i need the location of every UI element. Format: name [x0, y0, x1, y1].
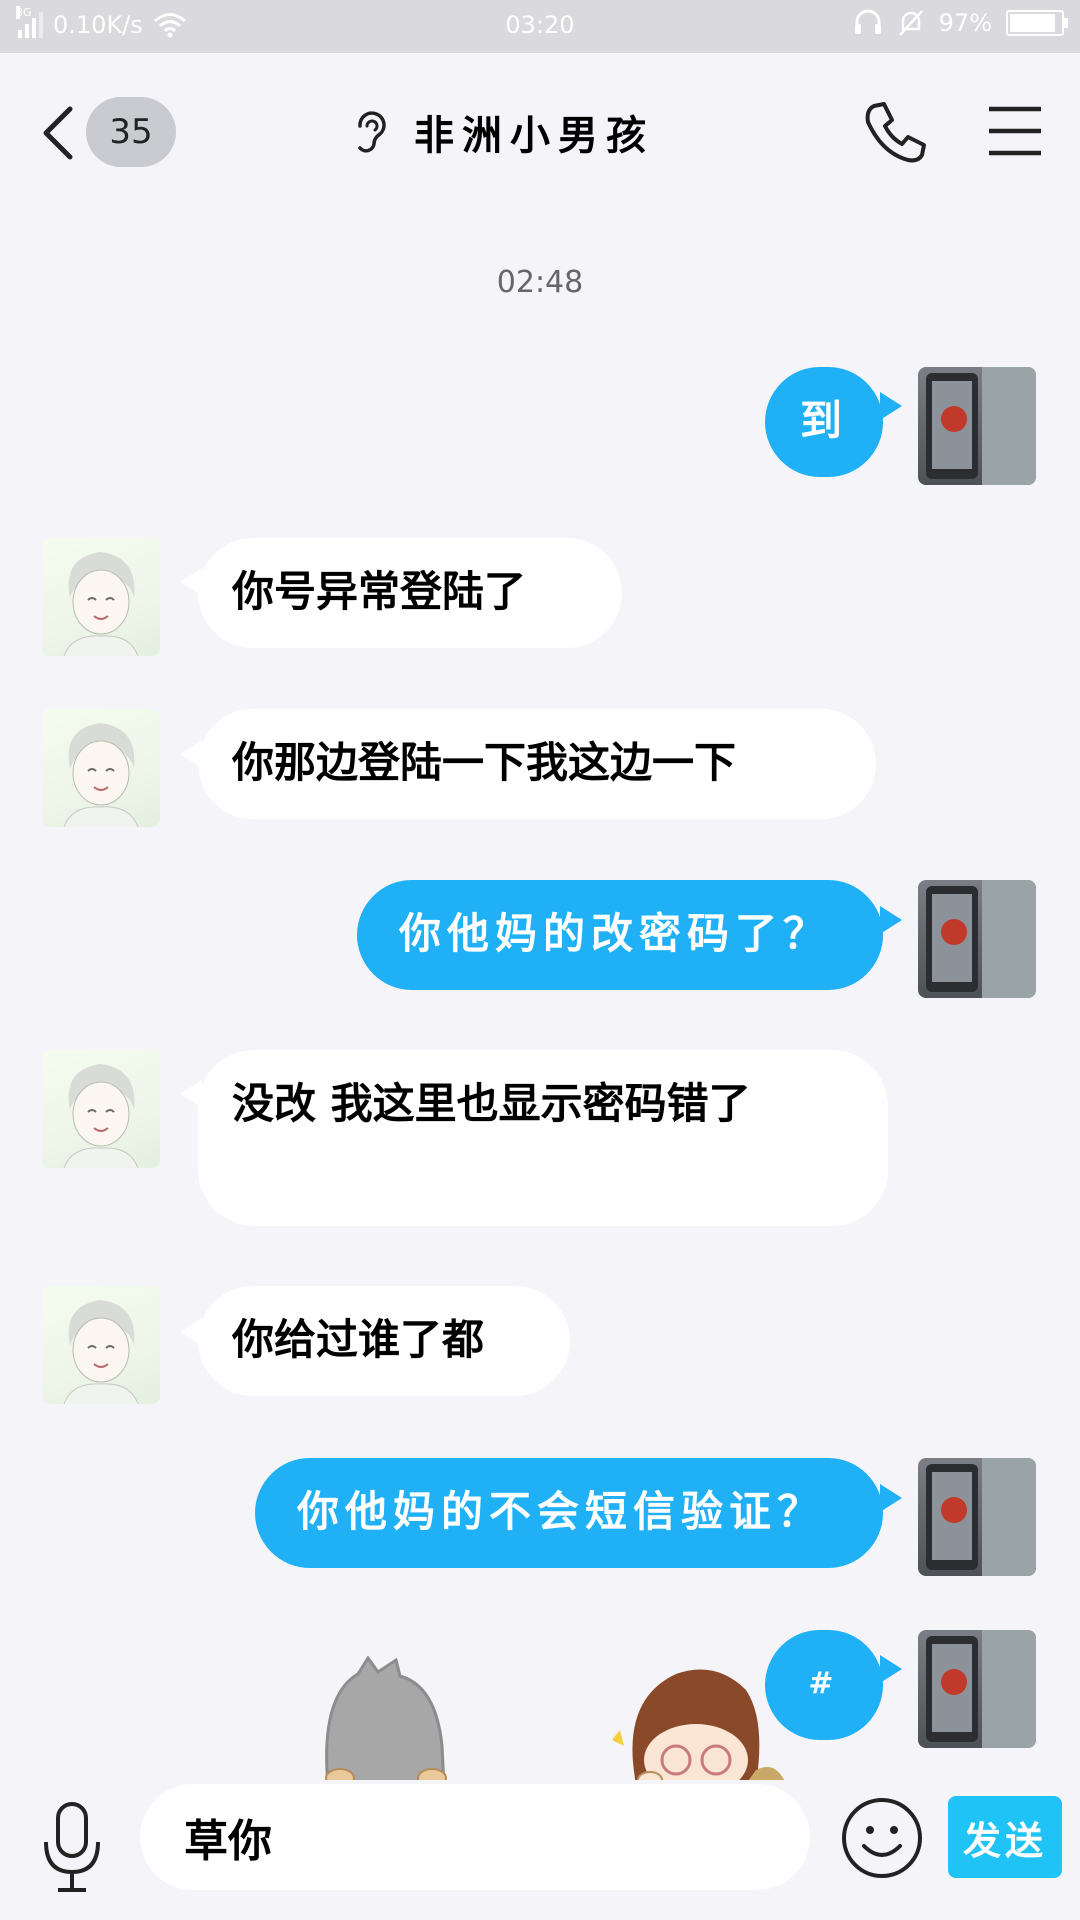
avatar-anime-icon	[63, 1300, 139, 1404]
battery-icon	[1006, 10, 1068, 36]
avatar-photo-icon	[926, 367, 1036, 485]
menu-icon[interactable]	[985, 101, 1045, 161]
avatar-photo-icon	[926, 1630, 1036, 1748]
contact-avatar[interactable]	[42, 709, 160, 827]
chat-title: 非洲小男孩	[414, 113, 654, 159]
message-bubble-out[interactable]: 你他妈的不会短信验证？	[255, 1458, 883, 1568]
battery-percent: 97%	[938, 9, 992, 37]
avatar-anime-icon	[63, 723, 139, 827]
earpiece-icon[interactable]	[350, 108, 390, 156]
avatar-anime-icon	[63, 1064, 139, 1168]
message-bubble-out[interactable]: 到	[765, 367, 883, 477]
boy-character-icon	[612, 1669, 786, 1784]
status-bar: 3G 0.10K/s 03:20 97%	[0, 0, 1080, 53]
my-avatar[interactable]	[918, 1458, 1036, 1576]
contact-avatar[interactable]	[42, 538, 160, 656]
message-bubble-out[interactable]: 你他妈的改密码了？	[357, 880, 883, 990]
bubble-tail	[880, 1484, 902, 1512]
bubble-tail	[880, 392, 902, 420]
chevron-left-icon	[43, 106, 73, 160]
avatar-photo-icon	[926, 1458, 1036, 1576]
contact-avatar[interactable]	[42, 1050, 160, 1168]
bubble-tail	[880, 906, 902, 934]
message-bubble-in[interactable]: 你给过谁了都	[198, 1286, 570, 1396]
mute-bell-icon	[898, 10, 923, 36]
message-bubble-in[interactable]: 没改 我这里也显示密码错了	[198, 1050, 888, 1226]
message-bubble-in[interactable]: 你那边登陆一下我这边一下	[198, 709, 876, 819]
back-button[interactable]: 35	[40, 95, 210, 171]
contact-avatar[interactable]	[42, 1286, 160, 1404]
chat-header: 35 非洲小男孩	[0, 53, 1080, 203]
input-bar: 发送	[0, 1780, 1080, 1920]
battery-fill	[1010, 14, 1055, 32]
microphone-icon[interactable]	[40, 1798, 104, 1898]
gray-character-icon	[325, 1656, 447, 1786]
send-button[interactable]: 发送	[948, 1796, 1062, 1878]
message-bubble-in[interactable]: 你号异常登陆了	[198, 538, 622, 648]
phone-icon[interactable]	[860, 98, 930, 168]
message-input[interactable]	[140, 1784, 810, 1890]
my-avatar[interactable]	[918, 880, 1036, 998]
avatar-photo-icon	[926, 880, 1036, 998]
emoji-icon[interactable]	[840, 1796, 924, 1880]
headset-icon	[854, 9, 881, 34]
message-timestamp: 02:48	[496, 265, 584, 300]
avatar-anime-icon	[63, 552, 139, 656]
my-avatar[interactable]	[918, 367, 1036, 485]
bubble-tail	[880, 1655, 902, 1683]
unread-count-badge: 35	[86, 97, 176, 167]
my-avatar[interactable]	[918, 1630, 1036, 1748]
